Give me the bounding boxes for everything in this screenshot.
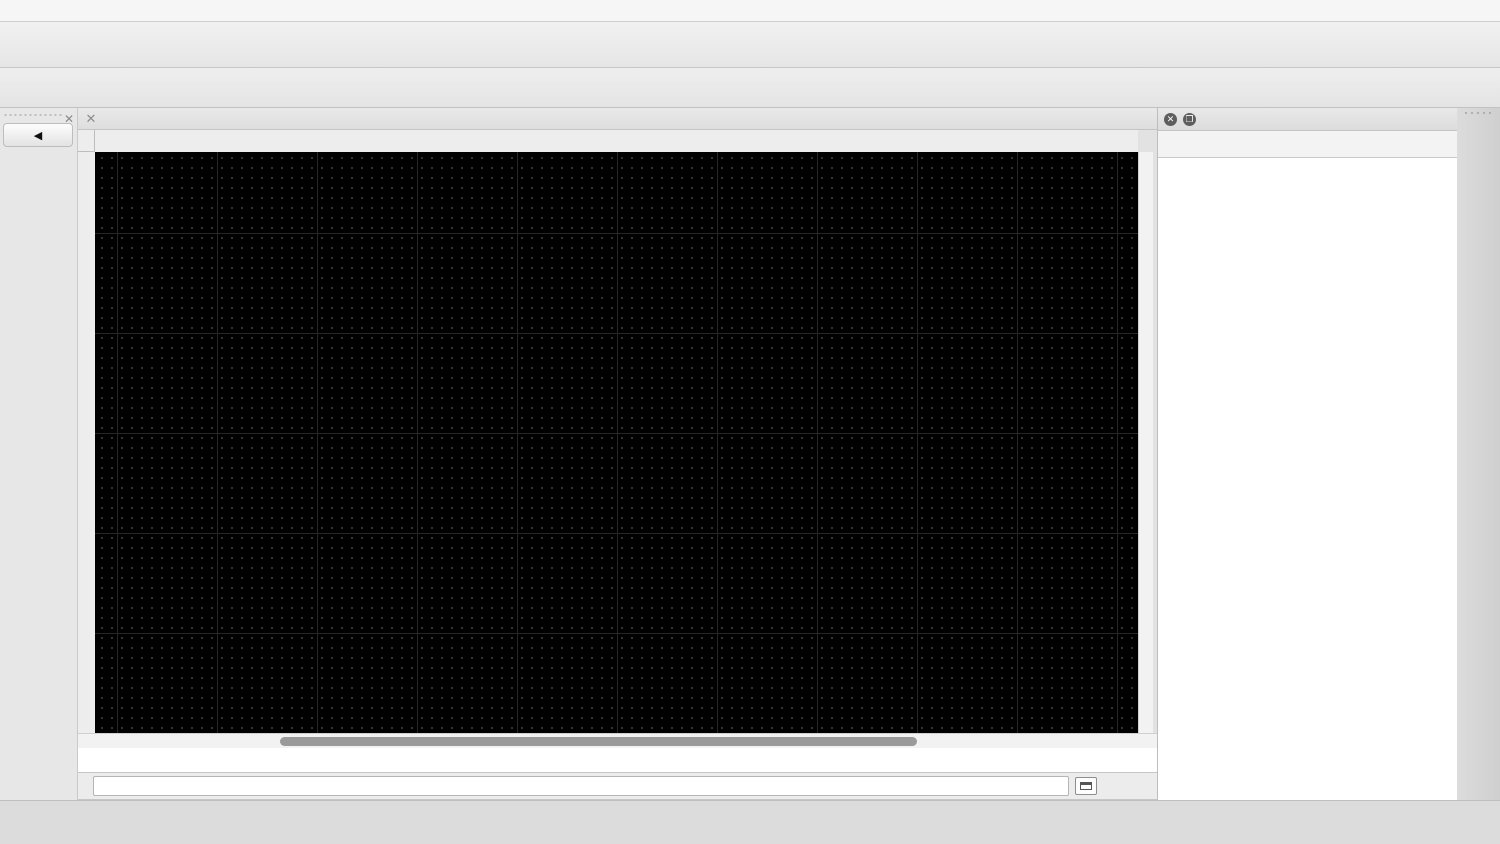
vertical-scrollbar[interactable] bbox=[1138, 152, 1153, 733]
palette-close-icon[interactable]: ✕ bbox=[64, 112, 74, 126]
command-input-row bbox=[78, 773, 1157, 800]
layer-panel-header: ✕ ❐ bbox=[1158, 108, 1457, 131]
ruler-corner bbox=[78, 130, 95, 152]
scrollbar-thumb[interactable] bbox=[280, 737, 917, 746]
tab-close-icon[interactable]: ✕ bbox=[84, 111, 98, 127]
status-bar bbox=[0, 800, 1500, 844]
document-icon bbox=[102, 111, 118, 127]
snap-tool-palette: ✕ ◀ bbox=[0, 108, 78, 800]
main-toolbar bbox=[0, 22, 1500, 68]
command-input[interactable] bbox=[93, 776, 1069, 796]
palette-drag-handle[interactable] bbox=[4, 111, 63, 119]
vertical-ruler bbox=[78, 152, 96, 733]
panel-close-icon[interactable]: ✕ bbox=[1164, 112, 1177, 126]
dock-drag-handle[interactable] bbox=[1463, 111, 1494, 119]
command-history bbox=[78, 748, 1157, 773]
horizontal-ruler bbox=[95, 130, 1138, 153]
paste-options-toolbar bbox=[0, 68, 1500, 108]
dock-widget-strip bbox=[1457, 108, 1500, 844]
palette-back-button[interactable]: ◀ bbox=[3, 123, 73, 147]
layer-list-panel: ✕ ❐ bbox=[1157, 108, 1457, 800]
keyboard-toggle-button[interactable] bbox=[1075, 777, 1097, 795]
menu-bar bbox=[0, 0, 1500, 22]
drawing-canvas[interactable] bbox=[95, 152, 1138, 733]
panel-detach-icon[interactable]: ❐ bbox=[1183, 112, 1196, 126]
document-tab-bar: ✕ bbox=[78, 108, 1157, 130]
layer-toolbar bbox=[1158, 131, 1457, 158]
horizontal-scrollbar[interactable] bbox=[78, 733, 1157, 748]
librecad-window: ✕ ✕ ◀ ✕ ❐ bbox=[0, 0, 1500, 844]
